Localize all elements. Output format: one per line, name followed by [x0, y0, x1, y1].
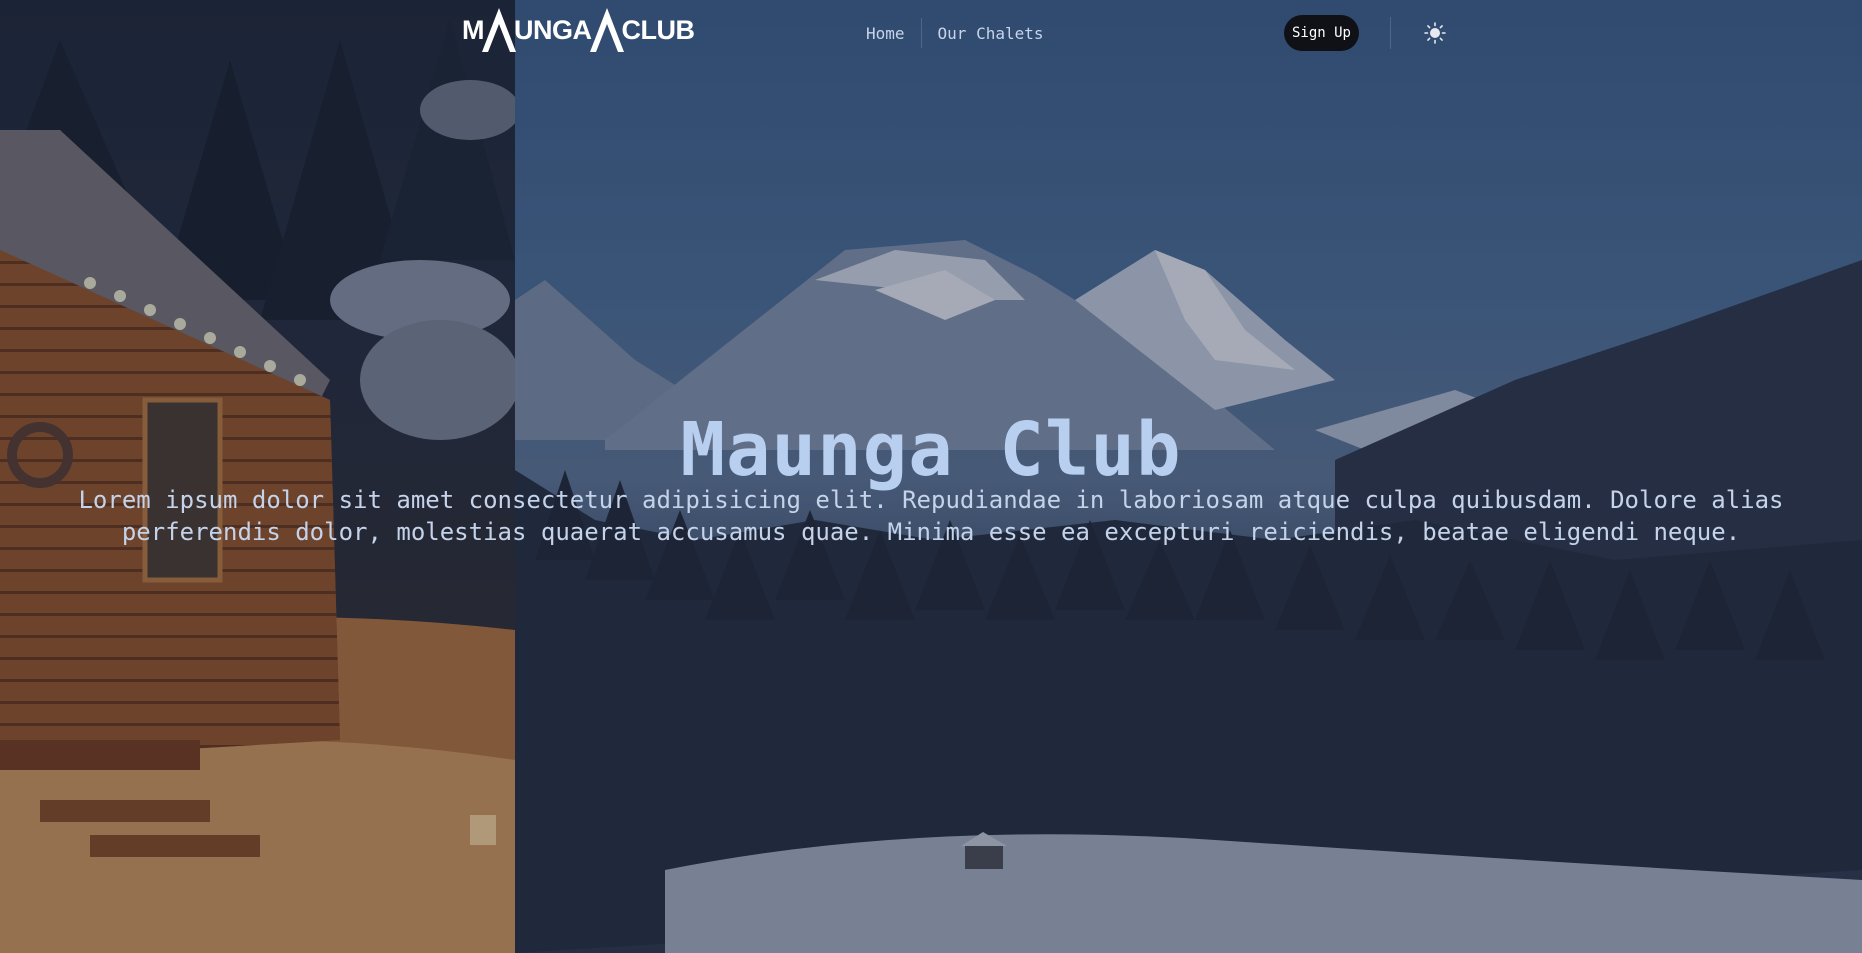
logo-text-unga: UNGA: [514, 14, 592, 45]
hero-title: Maunga Club: [680, 407, 1182, 493]
nav-link-our-chalets[interactable]: Our Chalets: [922, 24, 1060, 43]
nav-divider-2: [1390, 17, 1391, 49]
mountain-peak-icon-2: [589, 8, 624, 52]
navbar: M UNGA CLUB Home Our Chalets Sign Up: [0, 0, 1862, 66]
nav-links: Home Our Chalets: [850, 18, 1060, 48]
nav-link-home[interactable]: Home: [850, 24, 921, 43]
sign-up-button[interactable]: Sign Up: [1284, 15, 1359, 51]
maunga-club-logo[interactable]: M UNGA CLUB: [462, 6, 695, 54]
mountain-peak-icon: [482, 8, 516, 52]
logo-text-m: M: [462, 14, 485, 45]
theme-toggle-button[interactable]: [1422, 20, 1448, 46]
logo-text-club: CLUB: [621, 14, 696, 45]
sun-icon: [1424, 22, 1446, 44]
hero-description: Lorem ipsum dolor sit amet consectetur a…: [78, 486, 1784, 546]
